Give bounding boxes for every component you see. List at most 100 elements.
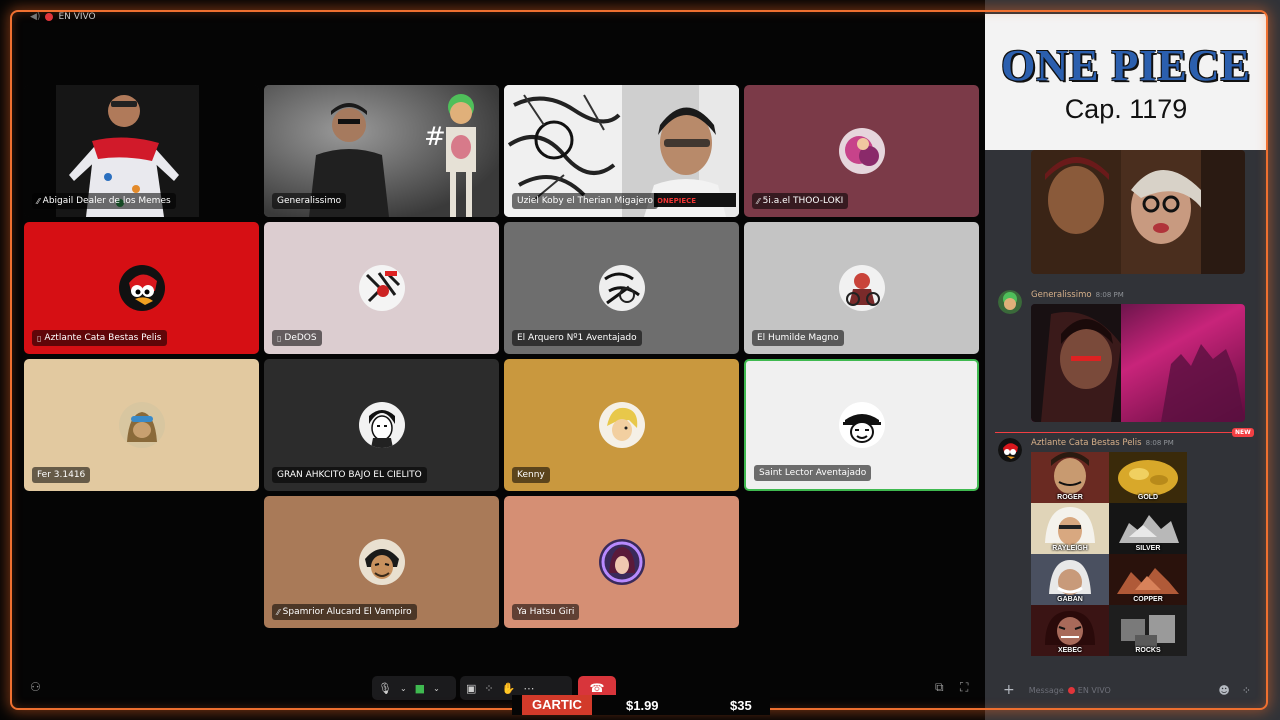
live-dot-icon (45, 13, 54, 21)
mute-slash-icon: ⁄⁄ (757, 196, 760, 206)
more-icon[interactable]: ⋯ (523, 682, 534, 695)
pop-out-icon[interactable]: ⧉ (935, 680, 944, 695)
ticker-price: $1.99 (626, 697, 659, 713)
mute-slash-icon: ⁄⁄ (277, 607, 280, 617)
grid-cell: GABAN (1031, 554, 1109, 605)
participant-name-tag: Generalissimo (272, 193, 347, 209)
stream-screen: ◀) EN VIVO ⁄⁄ Abigail Dealer de los Meme… (0, 0, 1280, 720)
grid-cell: SILVER (1109, 503, 1187, 554)
avatar (598, 265, 645, 311)
participant-name-tag: Uziel Koby el Therian Migajero (512, 193, 659, 209)
participant-tile[interactable]: Fer 3.1416 (24, 359, 259, 491)
participant-tile[interactable]: Kenny (504, 359, 739, 491)
channel-name: EN VIVO (1077, 685, 1111, 695)
participant-tile[interactable]: ▯ Aztlante Cata Bestas Pelis (24, 222, 259, 354)
ticker-tag: GARTIC (522, 695, 592, 715)
microphone-icon[interactable]: 🎙︎ (378, 682, 392, 695)
chat-image[interactable] (1031, 304, 1245, 422)
camera-icon[interactable]: ■ (415, 682, 425, 695)
apps-icon[interactable]: ⁘ (1242, 684, 1251, 697)
message-timestamp: 8:08 PM (1095, 291, 1124, 299)
meme-image-grid[interactable]: ROGER GOLD RAYLEIGH SILVER GABAN COPPER … (1031, 452, 1187, 656)
participant-name-tag: El Arquero Nº1 Aventajado (512, 330, 642, 346)
participant-tile[interactable]: # Generalissimo (264, 85, 499, 217)
participant-tile[interactable]: Ya Hatsu Giri (504, 496, 739, 628)
avatar (358, 539, 405, 585)
new-badge: NEW (1232, 428, 1254, 437)
chat-image[interactable] (1031, 150, 1245, 274)
message-placeholder: Message (1028, 685, 1064, 695)
phone-icon: ▯ (277, 333, 282, 343)
participant-tile[interactable]: ⁄⁄ 5i.a.el THOO-LOKI (744, 85, 979, 217)
add-attachment-icon[interactable]: + (1003, 682, 1015, 698)
avatar (118, 265, 165, 311)
avatar (598, 539, 645, 585)
live-dot-icon (1067, 686, 1075, 694)
phone-hangup-icon: ☎ (589, 681, 605, 695)
phone-icon: ▯ (37, 333, 42, 343)
participant-name-tag: ⁄⁄ 5i.a.el THOO-LOKI (752, 193, 849, 209)
participant-tile[interactable]: El Arquero Nº1 Aventajado (504, 222, 739, 354)
participant-name-tag: Fer 3.1416 (32, 467, 91, 483)
message-author[interactable]: Generalissimo 8:08 PM (1031, 290, 1124, 300)
participant-tile[interactable]: GRAN AHKCITO BAJO EL CIELITO (264, 359, 499, 491)
chevron-down-icon[interactable]: ⌄ (433, 684, 440, 693)
participant-tile[interactable]: ▯ DeDOS (264, 222, 499, 354)
participant-name-tag: El Humilde Magno (752, 330, 844, 346)
participant-name-tag: Kenny (512, 467, 550, 483)
avatar[interactable] (998, 438, 1022, 462)
live-label: EN VIVO (58, 12, 96, 22)
activity-icon[interactable]: ⚇ (30, 680, 41, 694)
avatar (838, 402, 885, 448)
participant-tile[interactable]: ONEPIECE Uziel Koby el Therian Migajero (504, 85, 739, 217)
chapter-overlay: ONE PIECE Cap. 1179 (985, 14, 1267, 150)
avatar (838, 265, 885, 311)
mic-camera-group: 🎙︎ ⌄ ■ ⌄ (372, 676, 456, 700)
participant-tile[interactable]: El Humilde Magno (744, 222, 979, 354)
grid-cell: RAYLEIGH (1031, 503, 1109, 554)
film-still-image (1031, 150, 1245, 274)
participant-name-tag: ⁄⁄ Abigail Dealer de los Memes (32, 193, 176, 209)
avatar[interactable] (998, 290, 1022, 314)
call-stage: ◀) EN VIVO ⁄⁄ Abigail Dealer de los Meme… (0, 0, 985, 720)
ticker-price: $35 (730, 697, 752, 713)
grid-cell: XEBEC (1031, 605, 1109, 656)
grid-cell: COPPER (1109, 554, 1187, 605)
participant-tile[interactable]: ⁄⁄ Spamrior Alucard El Vampiro (264, 496, 499, 628)
grid-cell: ROGER (1031, 452, 1109, 503)
logo-text: ONE PIECE (1001, 40, 1251, 90)
svg-text:ONEPIECE: ONEPIECE (657, 197, 696, 205)
participant-name-tag: GRAN AHKCITO BAJO EL CIELITO (272, 467, 427, 483)
grid-cell: GOLD (1109, 452, 1187, 503)
participant-tile[interactable]: ⁄⁄ Abigail Dealer de los Memes (24, 85, 259, 217)
anime-still-image (1031, 304, 1245, 422)
emoji-icon[interactable]: ☻ (1218, 684, 1229, 697)
avatar (358, 402, 405, 448)
chevron-down-icon[interactable]: ⌄ (400, 684, 407, 693)
fullscreen-icon[interactable]: ⛶ (960, 680, 968, 695)
svg-text:#: # (424, 122, 446, 152)
screen-share-icon[interactable]: ▣ (466, 682, 476, 695)
avatar (118, 402, 165, 448)
message-timestamp: 8:08 PM (1145, 439, 1174, 447)
soundboard-icon[interactable]: ✋ (502, 682, 516, 695)
message-author[interactable]: Aztlante Cata Bestas Pelis 8:08 PM (1031, 438, 1174, 448)
activities-icon[interactable]: ⁘ (484, 682, 493, 695)
avatar (358, 265, 405, 311)
avatar (838, 128, 885, 174)
chapter-label: Cap. 1179 (1064, 93, 1188, 124)
participant-name-tag: ⁄⁄ Spamrior Alucard El Vampiro (272, 604, 417, 620)
participant-tile[interactable]: Saint Lector Aventajado (744, 359, 979, 491)
call-controls: ⚇ 🎙︎ ⌄ ■ ⌄ ▣ ⁘ ✋ ⋯ ☎ ⧉ ⛶ (0, 676, 985, 702)
participant-name-tag: ▯ DeDOS (272, 330, 322, 346)
speaker-icon: ◀) (30, 12, 41, 22)
new-messages-divider (995, 432, 1235, 433)
live-indicator: ◀) EN VIVO (30, 12, 96, 22)
mute-slash-icon: ⁄⁄ (37, 196, 40, 206)
participant-name-tag: Saint Lector Aventajado (754, 465, 872, 481)
price-ticker: GARTIC $1.99 $35 (512, 695, 770, 715)
message-input[interactable]: + Message EN VIVO ☻ ⁘ (997, 679, 1259, 701)
participant-name-tag: ▯ Aztlante Cata Bestas Pelis (32, 330, 167, 346)
participant-name-tag: Ya Hatsu Giri (512, 604, 580, 620)
grid-cell: ROCKS (1109, 605, 1187, 656)
